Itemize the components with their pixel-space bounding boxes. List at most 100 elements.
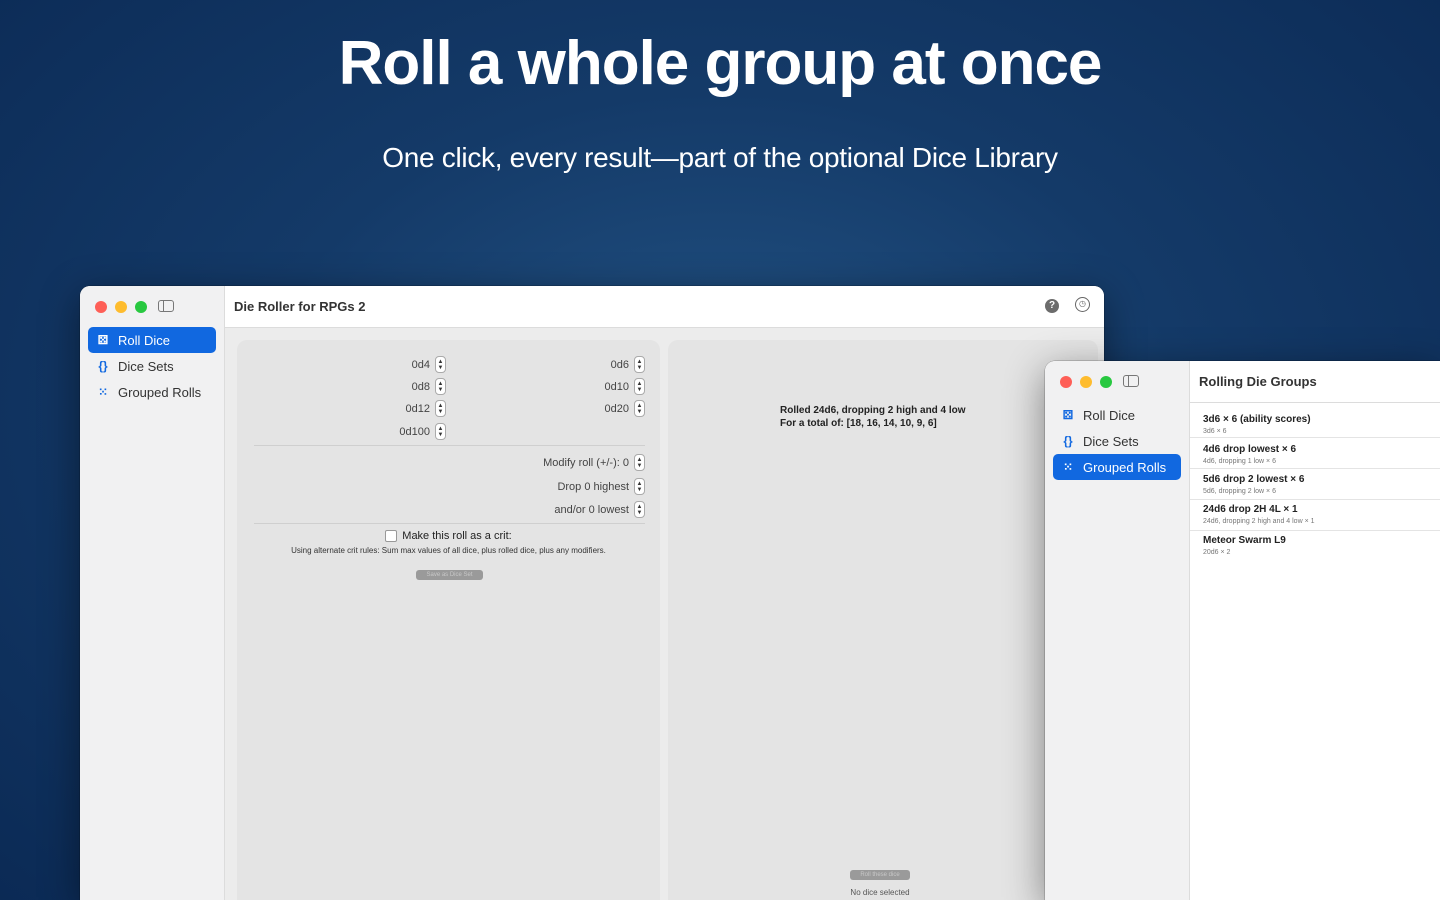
stepper-control[interactable]: ▲ ▼ [634,478,645,495]
group-title: Meteor Swarm L9 [1203,535,1286,546]
minimize-button[interactable] [1080,376,1092,388]
group-subtitle: 4d6, dropping 1 low × 6 [1203,458,1276,465]
roll-result: Rolled 24d6, dropping 2 high and 4 low F… [780,404,966,430]
sidebar-item-label: Grouped Rolls [118,384,202,400]
group-subtitle: 20d6 × 2 [1203,549,1231,556]
headline: Roll a whole group at once [338,29,1103,98]
divider [254,523,645,524]
result-line-1: Rolled 24d6, dropping 2 high and 4 low [780,405,966,416]
stepper-control[interactable]: ▲ ▼ [435,356,446,373]
d4-value: 0d4 [411,358,430,371]
subheadline: One click, every result—part of the opti… [382,142,1058,173]
sidebar-item-label: Grouped Rolls [1083,459,1167,475]
status-text: No dice selected [850,888,910,897]
stepper-control[interactable]: ▲ ▼ [634,454,645,471]
dice-entry-panel: 0d4 ▲ ▼ 0d6 ▲ ▼ 0d8 ▲ ▼ 0d10 ▲ ▼ 0d12 ▲ ▼ 0d2… [237,340,660,900]
d6-value: 0d6 [610,358,629,371]
drop-highest-label: Drop 0 highest [557,480,629,493]
d10-stepper[interactable]: 0d10 ▲ ▼ [605,378,645,395]
list-item[interactable]: 24d6 drop 2H 4L × 1 24d6, dropping 2 hig… [1190,500,1440,531]
d12-value: 0d12 [405,402,430,415]
window-title: Die Roller for RPGs 2 [234,299,366,314]
d4-stepper[interactable]: 0d4 ▲ ▼ [412,356,446,373]
stepper-control[interactable]: ▲ ▼ [634,378,645,395]
drop-lowest-label: and/or 0 lowest [554,503,629,516]
results-panel: Rolled 24d6, dropping 2 high and 4 low F… [668,340,1098,900]
zoom-button[interactable] [135,301,147,313]
minimize-button[interactable] [115,301,127,313]
groups-window: ⚄ Roll Dice {} Dice Sets ⁙ Grouped Rolls… [1045,361,1440,900]
sidebar-item-roll-dice[interactable]: ⚄ Roll Dice [1053,402,1181,428]
d12-stepper[interactable]: 0d12 ▲ ▼ [406,400,446,417]
stepper-control[interactable]: ▲ ▼ [435,378,446,395]
window-controls [95,301,147,313]
stepper-control[interactable]: ▲ ▼ [435,423,446,440]
sidebar-nav: ⚄ Roll Dice {} Dice Sets ⁙ Grouped Rolls [88,327,216,405]
group-title: 5d6 drop 2 lowest × 6 [1203,474,1305,485]
close-button[interactable] [1060,376,1072,388]
modify-roll-label: Modify roll (+/-): 0 [543,456,629,469]
sidebar: ⚄ Roll Dice {} Dice Sets ⁙ Grouped Rolls [1045,361,1190,900]
d6-stepper[interactable]: 0d6 ▲ ▼ [611,356,645,373]
sidebar-item-grouped-rolls[interactable]: ⁙ Grouped Rolls [88,379,216,405]
zoom-button[interactable] [1100,376,1112,388]
d20-stepper[interactable]: 0d20 ▲ ▼ [605,400,645,417]
main-window: ⚄ Roll Dice {} Dice Sets ⁙ Grouped Rolls… [80,286,1104,900]
d100-stepper[interactable]: 0d100 ▲ ▼ [399,423,446,440]
history-icon[interactable]: ◷ [1075,297,1090,312]
close-button[interactable] [95,301,107,313]
crit-checkbox[interactable] [385,530,398,542]
d10-value: 0d10 [604,380,629,393]
list-item[interactable]: 4d6 drop lowest × 6 4d6, dropping 1 low … [1190,438,1440,469]
braces-icon: {} [1063,434,1073,448]
group-subtitle: 24d6, dropping 2 high and 4 low × 1 [1203,518,1315,525]
crit-rules-text: Using alternate crit rules: Sum max valu… [291,546,606,555]
sidebar-toggle-icon[interactable] [1123,375,1139,387]
help-icon[interactable]: ? [1045,299,1059,313]
d8-value: 0d8 [411,380,430,393]
stepper-control[interactable]: ▲ ▼ [634,400,645,417]
sidebar-item-dice-sets[interactable]: {} Dice Sets [1053,428,1181,454]
group-subtitle: 5d6, dropping 2 low × 6 [1203,488,1276,495]
modify-roll-stepper[interactable]: Modify roll (+/-): 0 ▲ ▼ [543,454,645,471]
grid-icon: ⁙ [97,385,109,399]
sidebar-item-roll-dice[interactable]: ⚄ Roll Dice [88,327,216,353]
list-item[interactable]: Meteor Swarm L9 20d6 × 2 [1190,531,1440,561]
d100-value: 0d100 [399,425,430,438]
group-title: 4d6 drop lowest × 6 [1203,444,1297,455]
drop-highest-stepper[interactable]: Drop 0 highest ▲ ▼ [557,478,645,495]
groups-list: 3d6 × 6 (ability scores) 3d6 × 6 4d6 dro… [1190,403,1440,900]
group-title: 3d6 × 6 (ability scores) [1203,414,1311,425]
crit-row: Make this roll as a crit: [237,530,660,542]
drop-lowest-stepper[interactable]: and/or 0 lowest ▲ ▼ [554,501,645,518]
roll-dice-button[interactable]: Roll these dice [850,870,910,880]
d8-stepper[interactable]: 0d8 ▲ ▼ [412,378,446,395]
result-line-2: For a total of: [18, 16, 14, 10, 9, 6] [780,418,937,429]
stepper-control[interactable]: ▲ ▼ [634,356,645,373]
group-subtitle: 3d6 × 6 [1203,428,1227,435]
sidebar-item-grouped-rolls[interactable]: ⁙ Grouped Rolls [1053,454,1181,480]
divider [254,445,645,446]
dice-icon: ⚄ [97,333,109,347]
crit-label: Make this roll as a crit: [402,530,512,542]
dice-icon: ⚄ [1062,408,1074,422]
sidebar: ⚄ Roll Dice {} Dice Sets ⁙ Grouped Rolls [80,286,225,900]
list-item[interactable]: 3d6 × 6 (ability scores) 3d6 × 6 [1190,407,1440,438]
stepper-control[interactable]: ▲ ▼ [634,501,645,518]
sidebar-toggle-icon[interactable] [158,300,174,312]
d20-value: 0d20 [604,402,629,415]
content-bg: 0d4 ▲ ▼ 0d6 ▲ ▼ 0d8 ▲ ▼ 0d10 ▲ ▼ 0d12 ▲ ▼ 0d2… [225,328,1104,900]
sidebar-item-label: Roll Dice [1083,407,1136,423]
braces-icon: {} [98,359,108,373]
list-item[interactable]: 5d6 drop 2 lowest × 6 5d6, dropping 2 lo… [1190,469,1440,500]
sidebar-item-dice-sets[interactable]: {} Dice Sets [88,353,216,379]
window-controls [1060,376,1112,388]
sidebar-item-label: Roll Dice [118,332,171,348]
toolbar: Rolling Die Groups [1190,361,1440,403]
sidebar-item-label: Dice Sets [1083,433,1139,449]
toolbar: Die Roller for RPGs 2 ? ◷ [225,286,1104,328]
window-title: Rolling Die Groups [1199,374,1317,389]
save-dice-set-button[interactable]: Save as Dice Set [416,570,483,580]
sidebar-item-label: Dice Sets [118,358,174,374]
stepper-control[interactable]: ▲ ▼ [435,400,446,417]
